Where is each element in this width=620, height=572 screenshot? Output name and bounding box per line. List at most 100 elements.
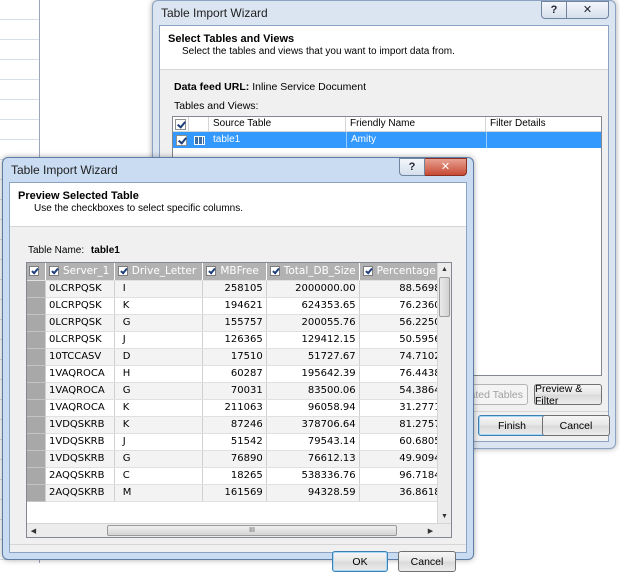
grid-corner bbox=[27, 263, 46, 281]
preview-wizard-window: Table Import Wizard ? ✕ Preview Selected… bbox=[2, 157, 474, 572]
table-row[interactable]: 1VAQROCA G 70031 83500.06 54.38640 bbox=[27, 382, 451, 400]
row-header[interactable] bbox=[27, 365, 46, 383]
help-button[interactable]: ? bbox=[399, 158, 425, 176]
close-button[interactable]: ✕ bbox=[425, 158, 467, 176]
preview-grid[interactable]: Server_1 Drive_Letter MBFree Total_DB_Si… bbox=[26, 262, 452, 538]
table-name-row: Table Name: table1 bbox=[28, 245, 120, 256]
cell-total-db-size: 94328.59 bbox=[266, 484, 360, 502]
row-header[interactable] bbox=[27, 484, 46, 502]
column-checkbox[interactable] bbox=[206, 266, 217, 277]
back-wizard-titlebar[interactable]: Table Import Wizard ? ✕ bbox=[153, 1, 615, 25]
table-row[interactable]: 0LCRPQSK K 194621 624353.65 76.23600 bbox=[27, 297, 451, 315]
row-header[interactable] bbox=[27, 331, 46, 349]
cell-drive-letter: J bbox=[114, 331, 204, 349]
table-row[interactable]: 1VDQSKRB G 76890 76612.13 49.90940 bbox=[27, 450, 451, 468]
table-row[interactable]: 10TCCASV D 17510 51727.67 74.71020 bbox=[27, 348, 451, 366]
cell-server: 0LCRPQSK bbox=[45, 331, 115, 349]
col-total-db-size[interactable]: Total_DB_Size bbox=[266, 263, 360, 281]
row-header[interactable] bbox=[27, 399, 46, 417]
column-checkbox[interactable] bbox=[117, 266, 128, 277]
column-checkbox[interactable] bbox=[49, 266, 59, 277]
row-header[interactable] bbox=[27, 467, 46, 485]
col-server-1[interactable]: Server_1 bbox=[45, 263, 115, 281]
cell-mbfree: 87246 bbox=[202, 416, 267, 434]
preview-wizard-titlebar[interactable]: Table Import Wizard ? ✕ bbox=[3, 158, 473, 182]
row-friendly-name[interactable]: Amity bbox=[346, 132, 486, 148]
select-all-checkbox[interactable] bbox=[29, 266, 39, 277]
horizontal-scrollbar[interactable]: ◀ III ▶ bbox=[27, 523, 451, 537]
select-all-checkbox[interactable] bbox=[175, 118, 186, 130]
cancel-button[interactable]: Cancel bbox=[398, 551, 456, 572]
tables-list-header: Source Table Friendly Name Filter Detail… bbox=[173, 117, 601, 132]
row-filter-details[interactable] bbox=[486, 132, 601, 148]
col-source-table[interactable]: Source Table bbox=[209, 117, 346, 131]
cell-drive-letter: K bbox=[114, 416, 204, 434]
help-button[interactable]: ? bbox=[541, 1, 567, 19]
feed-url-label: Data feed URL: bbox=[174, 81, 250, 93]
window-title: Table Import Wizard bbox=[161, 6, 268, 20]
cell-server: 10TCCASV bbox=[45, 348, 115, 366]
table-row[interactable]: table1 Amity bbox=[173, 132, 601, 148]
row-header[interactable] bbox=[27, 382, 46, 400]
col-drive-letter[interactable]: Drive_Letter bbox=[114, 263, 204, 281]
preview-header: Preview Selected Table Use the checkboxe… bbox=[10, 183, 466, 227]
row-header[interactable] bbox=[27, 348, 46, 366]
cell-server: 1VDQSKRB bbox=[45, 450, 115, 468]
scroll-left-arrow-icon[interactable]: ◀ bbox=[27, 524, 40, 537]
cell-mbfree: 258105 bbox=[202, 280, 267, 298]
cell-server: 1VDQSKRB bbox=[45, 433, 115, 451]
table-row[interactable]: 1VAQROCA K 211063 96058.94 31.27710 bbox=[27, 399, 451, 417]
cell-mbfree: 155757 bbox=[202, 314, 267, 332]
finish-button[interactable]: Finish bbox=[478, 415, 546, 436]
cell-mbfree: 211063 bbox=[202, 399, 267, 417]
table-row[interactable]: 2AQQSKRB C 18265 538336.76 96.71840 bbox=[27, 467, 451, 485]
cell-drive-letter: D bbox=[114, 348, 204, 366]
cell-mbfree: 126365 bbox=[202, 331, 267, 349]
close-button[interactable]: ✕ bbox=[567, 1, 609, 19]
row-checkbox[interactable] bbox=[175, 134, 187, 146]
table-row[interactable]: 2AQQSKRB M 161569 94328.59 36.86180 bbox=[27, 484, 451, 502]
scroll-down-arrow-icon[interactable]: ▼ bbox=[438, 510, 451, 523]
col-friendly-name[interactable]: Friendly Name bbox=[346, 117, 486, 131]
feed-url-value: Inline Service Document bbox=[252, 81, 366, 93]
vertical-scroll-thumb[interactable] bbox=[439, 277, 450, 317]
feed-url-row: Data feed URL: Inline Service Document bbox=[174, 81, 366, 93]
vertical-scrollbar[interactable]: ▲ ▼ bbox=[437, 263, 451, 523]
preview-filter-button[interactable]: Preview & Filter bbox=[534, 383, 602, 407]
cell-mbfree: 70031 bbox=[202, 382, 267, 400]
column-checkbox[interactable] bbox=[269, 266, 280, 277]
row-header[interactable] bbox=[27, 450, 46, 468]
scroll-grip-icon: III bbox=[249, 527, 255, 534]
table-row[interactable]: 1VDQSKRB K 87246 378706.64 81.27570 bbox=[27, 416, 451, 434]
row-header[interactable] bbox=[27, 297, 46, 315]
header-subtitle: Select the tables and views that you wan… bbox=[182, 46, 455, 57]
scroll-up-arrow-icon[interactable]: ▲ bbox=[438, 263, 451, 276]
row-header[interactable] bbox=[27, 416, 46, 434]
row-header[interactable] bbox=[27, 314, 46, 332]
table-row[interactable]: 0LCRPQSK J 126365 129412.15 50.59560 bbox=[27, 331, 451, 349]
cell-total-db-size: 200055.76 bbox=[266, 314, 360, 332]
horizontal-scroll-thumb[interactable]: III bbox=[107, 525, 397, 536]
row-header[interactable] bbox=[27, 280, 46, 298]
col-filter-details[interactable]: Filter Details bbox=[486, 117, 601, 131]
cancel-button[interactable]: Cancel bbox=[542, 415, 610, 436]
row-header[interactable] bbox=[27, 433, 46, 451]
cell-drive-letter: G bbox=[114, 450, 204, 468]
cell-total-db-size: 378706.64 bbox=[266, 416, 360, 434]
close-icon: ✕ bbox=[582, 4, 593, 16]
table-row[interactable]: 0LCRPQSK G 155757 200055.76 56.22500 bbox=[27, 314, 451, 332]
cell-server: 0LCRPQSK bbox=[45, 314, 115, 332]
row-source-table: table1 bbox=[213, 134, 241, 145]
column-checkbox[interactable] bbox=[362, 266, 373, 277]
cell-server: 0LCRPQSK bbox=[45, 280, 115, 298]
ok-button[interactable]: OK bbox=[332, 551, 388, 572]
cell-drive-letter: C bbox=[114, 467, 204, 485]
table-row[interactable]: 1VAQROCA H 60287 195642.39 76.44380 bbox=[27, 365, 451, 383]
col-mbfree[interactable]: MBFree bbox=[202, 263, 267, 281]
table-row[interactable]: 0LCRPQSK I 258105 2000000.00 88.56980 bbox=[27, 280, 451, 298]
scroll-right-arrow-icon[interactable]: ▶ bbox=[424, 524, 437, 537]
cell-drive-letter: K bbox=[114, 297, 204, 315]
back-header: Select Tables and Views Select the table… bbox=[160, 26, 608, 70]
table-row[interactable]: 1VDQSKRB J 51542 79543.14 60.68050 bbox=[27, 433, 451, 451]
cell-server: 2AQQSKRB bbox=[45, 484, 115, 502]
